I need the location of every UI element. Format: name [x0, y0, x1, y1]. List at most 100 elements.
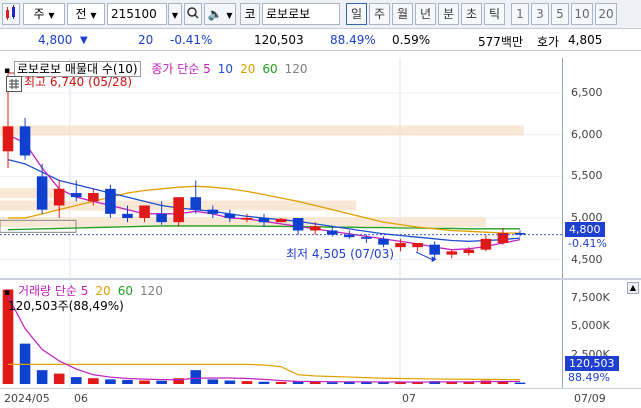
candle-body-23 — [395, 243, 406, 248]
collapse-pane-icon[interactable]: ▲ — [627, 282, 639, 294]
high-price-marker: 최고 6,740 (05/28) — [24, 75, 133, 89]
volume-bar-14 — [241, 381, 253, 384]
candle-body-10 — [173, 197, 184, 223]
candle-body-22 — [378, 238, 389, 245]
candle-body-27 — [463, 249, 475, 253]
price-ma5-line — [7, 134, 521, 251]
price-y-tick-2: 5,500 — [571, 169, 603, 183]
market-badge: 코 — [240, 3, 260, 25]
candle-body-1 — [19, 126, 31, 156]
search-button[interactable] — [184, 3, 202, 25]
period-kind-selector[interactable]: 전 ▼ — [67, 3, 105, 25]
price-chart-svg — [0, 58, 562, 278]
period-button-1[interactable]: 주 — [369, 3, 390, 25]
price-y-tick-4: 4,500 — [571, 252, 603, 266]
price-change-rate: -0.41% — [170, 33, 213, 47]
down-arrow-icon: ▼ — [80, 35, 88, 46]
x-label-start: 2024/05 — [4, 392, 50, 405]
period-button-6[interactable]: 틱 — [484, 3, 505, 25]
candle-body-29 — [497, 233, 509, 243]
period-kind-value: 전 — [75, 7, 87, 21]
sound-button[interactable]: 🔈 ▼ — [204, 3, 236, 25]
period-button-4[interactable]: 분 — [438, 3, 459, 25]
current-volume-tag: 120,503 — [565, 356, 619, 371]
price-legend-item-2[interactable]: 20 — [240, 62, 255, 76]
candle-body-25 — [429, 244, 440, 255]
price-chart-pane: ▪ 로보로보 매물대 수(10) 종가 단순 5 10 20 60 120 최고 6,7… — [0, 58, 641, 278]
candle-body-12 — [207, 209, 219, 214]
candle-body-0 — [2, 126, 14, 152]
candle-body-18 — [309, 226, 321, 231]
price-info-row: 4,800 ▼ 20 -0.41% 120,503 88.49% 0.59% 5… — [0, 29, 641, 51]
volume-y-tick-1: 5,000K — [571, 319, 610, 333]
search-icon — [187, 7, 199, 19]
period-button-0[interactable]: 일 — [346, 3, 367, 25]
price-y-tick-1: 6,000 — [571, 127, 603, 141]
candle-body-2 — [36, 176, 48, 210]
stock-code-input[interactable]: 215100 — [107, 3, 167, 25]
price-legend-item-4[interactable]: 120 — [285, 62, 308, 76]
market-selector[interactable]: 주 ▼ — [23, 3, 65, 25]
toolbar: 주 ▼ 전 ▼ 215100 ▼ 🔈 ▼ 코 로보로보 일주월년분초틱 1351… — [0, 0, 641, 29]
volume-chart-pane: ▪ 거래량 단순 5 20 60 120 120,503주(88,49%) 7,500… — [0, 280, 641, 388]
legend-marker-icon: ▪ — [4, 66, 11, 76]
candle-body-13 — [224, 213, 236, 218]
volume-legend-item-3[interactable]: 120 — [140, 284, 163, 298]
count-button-5[interactable]: 5 — [551, 3, 569, 25]
chevron-down-icon: ▼ — [171, 11, 179, 20]
count-button-10[interactable]: 10 — [571, 3, 593, 25]
volume-bar-12 — [207, 379, 219, 384]
market-selector-value: 주 — [33, 7, 45, 21]
candle-body-17 — [292, 218, 304, 231]
chevron-down-icon: ▼ — [226, 11, 233, 20]
volume-profile-band-0 — [0, 125, 524, 136]
candle-body-19 — [326, 230, 338, 235]
volume-bar-23 — [395, 382, 406, 384]
speaker-icon: 🔈 — [207, 7, 223, 21]
x-axis: 2024/05 06 07 07/09 — [0, 388, 641, 408]
count-button-20[interactable]: 20 — [595, 3, 617, 25]
candle-body-15 — [258, 218, 270, 223]
volume-bar-16 — [275, 381, 287, 384]
volume-bar-6 — [105, 379, 116, 384]
volume-bar-4 — [70, 377, 82, 384]
volume-bar-2 — [36, 370, 48, 384]
price-legend-item-3[interactable]: 60 — [262, 62, 277, 76]
candle-body-8 — [139, 205, 150, 218]
candle-body-16 — [275, 218, 287, 223]
candle-body-24 — [412, 243, 423, 248]
chevron-down-icon: ▼ — [90, 11, 97, 20]
period-button-5[interactable]: 초 — [461, 3, 482, 25]
ask-label: 호가 — [537, 35, 560, 49]
candle-body-9 — [156, 213, 167, 223]
grid-toggle-icon[interactable] — [6, 76, 22, 92]
chart-type-icon[interactable] — [2, 3, 20, 25]
price-plot-area[interactable]: ▪ 로보로보 매물대 수(10) 종가 단순 5 10 20 60 120 최고 6,7… — [0, 58, 562, 278]
period-button-2[interactable]: 월 — [392, 3, 413, 25]
volume-bar-3 — [53, 373, 65, 384]
current-rate-tag: -0.41% — [568, 237, 607, 250]
volume-legend-item-2[interactable]: 60 — [118, 284, 133, 298]
x-label-current: 07/09 — [574, 392, 606, 405]
volume-bar-11 — [190, 370, 202, 384]
trade-volume: 120,503 — [254, 33, 304, 47]
volume-legend-item-1[interactable]: 20 — [95, 284, 110, 298]
low-price-marker: 최저 4,505 (07/03) — [286, 247, 395, 261]
stock-name-field[interactable]: 로보로보 — [262, 3, 340, 25]
current-volume-ratio-tag: 88.49% — [568, 371, 610, 384]
volume-legend-item-0[interactable]: 거래량 단순 5 — [18, 284, 88, 298]
x-label-june: 06 — [74, 392, 88, 405]
count-button-1[interactable]: 1 — [511, 3, 529, 25]
period-button-3[interactable]: 년 — [415, 3, 436, 25]
code-dropdown-button[interactable]: ▼ — [168, 3, 182, 25]
candle-body-5 — [88, 193, 99, 202]
candle-body-4 — [70, 193, 82, 198]
count-button-3[interactable]: 3 — [531, 3, 549, 25]
candle-body-28 — [480, 238, 492, 250]
price-legend-item-1[interactable]: 10 — [218, 62, 233, 76]
volume-plot-area[interactable]: ▪ 거래량 단순 5 20 60 120 120,503주(88,49%) — [0, 280, 562, 388]
volume-bar-9 — [156, 380, 167, 384]
price-legend-item-0[interactable]: 종가 단순 5 — [151, 62, 210, 76]
candle-body-21 — [361, 237, 372, 239]
volume-legend-items: 거래량 단순 5 20 60 120 — [14, 284, 163, 298]
